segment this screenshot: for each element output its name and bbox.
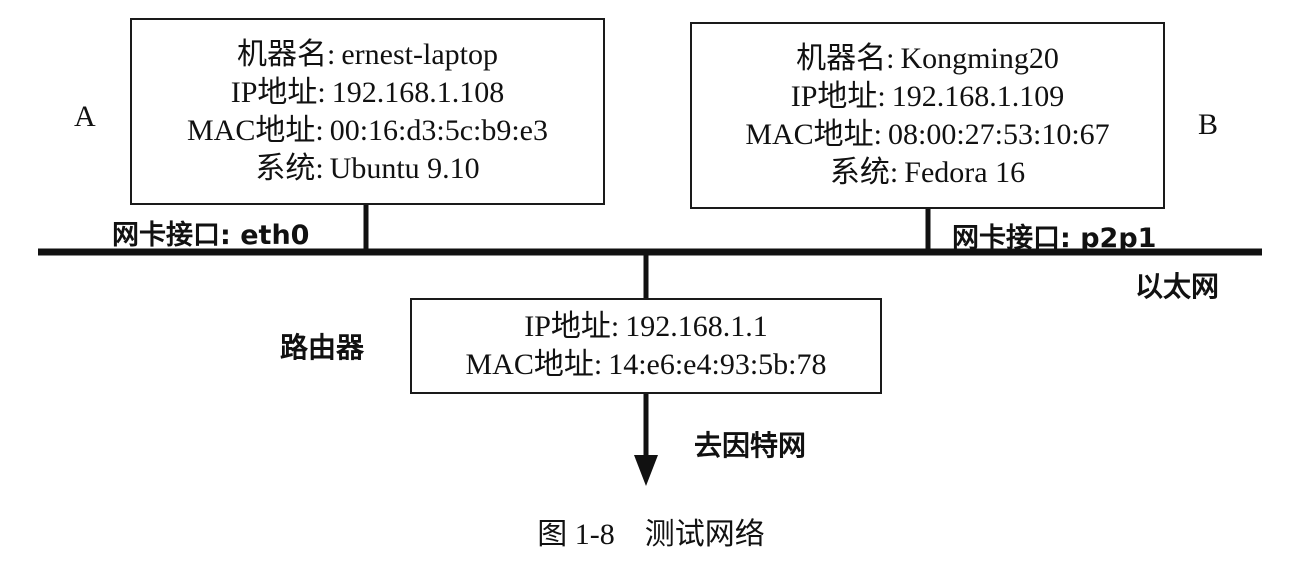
host-b-box: 机器名: Kongming20 IP地址: 192.168.1.109 MAC地址:…: [690, 22, 1165, 209]
router-ip-key: IP地址:: [524, 310, 620, 343]
host-a-mac-value: 00:16:d3:5c:b9:e3: [329, 113, 548, 147]
host-b-interface-value: p2p1: [1080, 223, 1157, 254]
host-b-ip-row: IP地址: 192.168.1.109: [791, 78, 1065, 116]
host-a-os-key: 系统:: [255, 151, 324, 185]
host-b-mac-value: 08:00:27:53:10:67: [888, 117, 1110, 151]
figure-caption: 图 1-8 测试网络: [537, 518, 765, 551]
host-a-name-key: 机器名:: [237, 37, 336, 71]
host-b-os-key: 系统:: [829, 155, 899, 189]
host-b-name-value: Kongming20: [900, 41, 1059, 75]
host-a-mac-key: MAC地址:: [187, 113, 324, 147]
host-b-interface: 网卡接口: p2p1: [952, 216, 1156, 255]
host-a-interface-key: 网卡接口:: [112, 220, 231, 251]
internet-arrowhead: [634, 455, 658, 486]
host-a-ip-row: IP地址: 192.168.1.108: [231, 74, 505, 112]
router-label: 路由器: [280, 331, 365, 364]
host-a-os-row: 系统: Ubuntu 9.10: [255, 150, 479, 188]
router-box: IP地址: 192.168.1.1 MAC地址: 14:e6:e4:93:5b:78: [410, 298, 882, 394]
router-mac-row: MAC地址: 14:e6:e4:93:5b:78: [466, 346, 827, 384]
router-ip-row: IP地址: 192.168.1.1: [524, 308, 768, 346]
router-ip-value: 192.168.1.1: [625, 310, 768, 343]
host-b-name-key: 机器名:: [796, 41, 895, 75]
ethernet-label: 以太网: [1135, 270, 1220, 303]
host-a-ip-value: 192.168.1.108: [331, 75, 505, 109]
host-b-name-row: 机器名: Kongming20: [796, 40, 1059, 78]
router-mac-value: 14:e6:e4:93:5b:78: [608, 348, 827, 381]
router-mac-key: MAC地址:: [465, 348, 603, 381]
host-a-mac-row: MAC地址: 00:16:d3:5c:b9:e3: [187, 112, 548, 150]
host-a-box: 机器名: ernest-laptop IP地址: 192.168.1.108 MAC…: [130, 18, 605, 205]
host-a-ip-key: IP地址:: [230, 75, 326, 109]
host-a-interface: 网卡接口: eth0: [112, 213, 309, 252]
host-b-mac-key: MAC地址:: [745, 117, 882, 151]
host-b-os-value: Fedora 16: [904, 155, 1026, 189]
host-a-interface-value: eth0: [240, 220, 310, 251]
internet-label: 去因特网: [694, 429, 807, 462]
host-b-interface-key: 网卡接口:: [952, 223, 1071, 254]
host-a-name-row: 机器名: ernest-laptop: [237, 36, 498, 74]
host-a-label: A: [74, 100, 96, 133]
host-b-os-row: 系统: Fedora 16: [830, 154, 1025, 192]
host-b-mac-row: MAC地址: 08:00:27:53:10:67: [745, 116, 1109, 154]
host-b-ip-key: IP地址:: [790, 79, 886, 113]
host-b-ip-value: 192.168.1.109: [891, 79, 1065, 113]
host-a-name-value: ernest-laptop: [341, 37, 498, 71]
host-a-os-value: Ubuntu 9.10: [329, 151, 480, 185]
host-b-label: B: [1198, 108, 1219, 141]
